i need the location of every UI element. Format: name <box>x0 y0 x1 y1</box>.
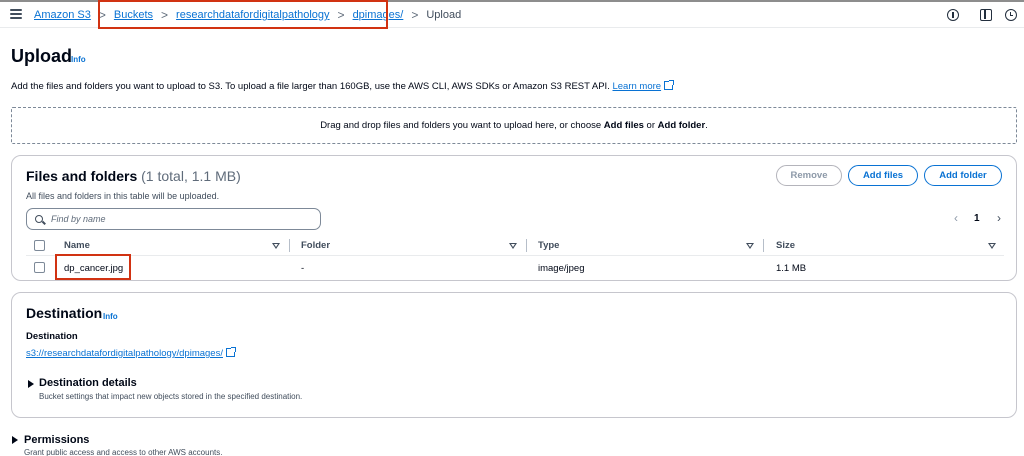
pagination-prev-icon[interactable]: ‹ <box>954 211 958 225</box>
breadcrumb-amazon-s3[interactable]: Amazon S3 <box>34 9 91 21</box>
row-checkbox[interactable] <box>34 262 45 273</box>
destination-panel: Destination Info Destination s3://resear… <box>11 292 1017 418</box>
files-panel-title: Files and folders (1 total, 1.1 MB) <box>26 168 241 184</box>
breadcrumb-buckets[interactable]: Buckets <box>114 9 153 21</box>
split-panel-icon[interactable] <box>980 9 992 21</box>
page-info-link[interactable]: Info <box>71 55 86 64</box>
page-description: Add the files and folders you want to up… <box>11 80 675 92</box>
breadcrumb-current: Upload <box>426 9 462 21</box>
file-folder-cell: - <box>301 263 305 274</box>
files-panel-subtitle: All files and folders in this table will… <box>26 191 220 201</box>
column-divider <box>289 239 290 252</box>
upload-dropzone[interactable]: Drag and drop files and folders you want… <box>11 107 1017 144</box>
breadcrumb-separator: > <box>337 8 345 22</box>
external-link-icon <box>664 80 675 90</box>
dropzone-add-files: Add files <box>603 120 644 131</box>
breadcrumb-separator: > <box>161 8 169 22</box>
caret-right-icon[interactable] <box>28 380 34 388</box>
search-input[interactable] <box>51 212 311 226</box>
breadcrumb-bucket-name[interactable]: researchdatafordigitalpathology <box>176 9 330 21</box>
top-navigation-bar: Amazon S3 > Buckets > researchdatafordig… <box>0 2 1024 28</box>
breadcrumb-separator: > <box>411 8 419 22</box>
menu-icon[interactable] <box>10 9 22 19</box>
destination-details-toggle[interactable]: Destination details <box>39 377 137 389</box>
destination-info-link[interactable]: Info <box>103 312 118 321</box>
search-box <box>26 208 321 230</box>
breadcrumb-folder[interactable]: dpimages/ <box>353 9 404 21</box>
breadcrumb-separator: > <box>98 8 106 22</box>
file-size-cell: 1.1 MB <box>776 263 807 274</box>
add-folder-button[interactable]: Add folder <box>924 165 1002 186</box>
files-panel-count: (1 total, 1.1 MB) <box>141 168 241 184</box>
column-divider <box>526 239 527 252</box>
destination-details-description: Bucket settings that impact new objects … <box>39 392 303 401</box>
info-icon[interactable] <box>947 9 959 21</box>
page-description-text: Add the files and folders you want to up… <box>11 81 610 92</box>
caret-right-icon[interactable] <box>12 436 18 444</box>
pagination-page-number[interactable]: 1 <box>974 213 980 224</box>
column-header-size[interactable]: Size <box>776 240 795 251</box>
pagination-next-icon[interactable]: › <box>997 211 1001 225</box>
learn-more-link[interactable]: Learn more <box>612 81 661 92</box>
column-divider <box>763 239 764 252</box>
select-all-checkbox[interactable] <box>34 240 45 251</box>
add-files-button[interactable]: Add files <box>848 165 918 186</box>
page-title: Upload <box>11 46 72 66</box>
dropzone-or: or <box>643 120 658 131</box>
permissions-description: Grant public access and access to other … <box>24 448 223 456</box>
external-link-icon <box>225 347 236 357</box>
file-type-cell: image/jpeg <box>538 263 585 274</box>
dropzone-text: Drag and drop files and folders you want… <box>320 120 604 131</box>
column-header-type[interactable]: Type <box>538 240 559 251</box>
sort-icon[interactable] <box>746 243 754 249</box>
header-row-divider <box>26 255 1004 256</box>
destination-url-link[interactable]: s3://researchdatafordigitalpathology/dpi… <box>26 348 223 359</box>
file-name-cell: dp_cancer.jpg <box>64 263 124 274</box>
sort-icon[interactable] <box>988 243 996 249</box>
files-and-folders-panel: Files and folders (1 total, 1.1 MB) All … <box>11 155 1017 281</box>
sort-icon[interactable] <box>509 243 517 249</box>
column-header-folder[interactable]: Folder <box>301 240 330 251</box>
recent-icon[interactable] <box>1005 9 1017 21</box>
search-icon <box>35 215 43 223</box>
destination-url: s3://researchdatafordigitalpathology/dpi… <box>26 347 236 359</box>
files-panel-heading: Files and folders <box>26 168 138 184</box>
permissions-toggle[interactable]: Permissions <box>24 434 89 446</box>
column-header-name[interactable]: Name <box>64 240 90 251</box>
sort-icon[interactable] <box>272 243 280 249</box>
breadcrumb: Amazon S3 > Buckets > researchdatafordig… <box>34 8 461 22</box>
dropzone-add-folder: Add folder <box>657 120 706 131</box>
destination-title: Destination <box>26 305 103 321</box>
dropzone-suffix: . <box>705 120 708 131</box>
remove-button[interactable]: Remove <box>776 165 842 186</box>
destination-label: Destination <box>26 331 78 342</box>
